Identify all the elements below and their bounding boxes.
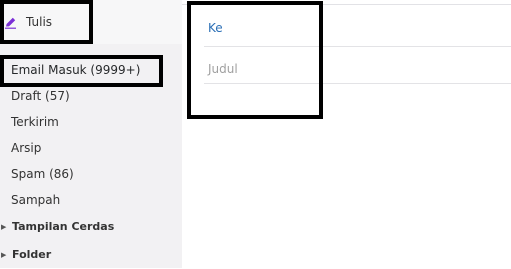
section-smart-views[interactable]: ▶ Tampilan Cerdas [0,213,182,241]
folder-label: Spam (86) [11,167,74,181]
to-divider [204,46,511,47]
compose-pane: Ke Judul [182,0,511,268]
folder-archive[interactable]: Arsip [0,135,182,161]
folder-label: Terkirim [11,115,59,129]
folder-label: Arsip [11,141,42,155]
folder-list: Email Masuk (9999+) Draft (57) Terkirim … [0,57,182,269]
chevron-right-icon: ▶ [1,251,7,259]
compose-button[interactable]: Tulis [4,10,52,34]
top-divider [182,4,511,5]
section-label: Folder [12,248,52,261]
chevron-right-icon: ▶ [1,223,7,231]
folder-label: Email Masuk (9999+) [11,63,141,77]
subject-field[interactable]: Judul [208,62,238,76]
compose-label: Tulis [26,15,53,29]
section-folders[interactable]: ▶ Folder [0,241,182,269]
compose-area: Tulis [0,0,182,44]
subject-divider [204,83,511,84]
folder-label: Sampah [11,193,61,207]
folder-trash[interactable]: Sampah [0,187,182,213]
folder-spam[interactable]: Spam (86) [0,161,182,187]
folder-drafts[interactable]: Draft (57) [0,83,182,109]
folder-sent[interactable]: Terkirim [0,109,182,135]
sidebar: Tulis Email Masuk (9999+) Draft (57) Ter… [0,0,182,268]
section-label: Tampilan Cerdas [12,220,115,233]
folder-inbox[interactable]: Email Masuk (9999+) [0,57,182,83]
pencil-icon [5,17,16,29]
to-field[interactable]: Ke [208,21,223,35]
folder-label: Draft (57) [11,89,70,103]
